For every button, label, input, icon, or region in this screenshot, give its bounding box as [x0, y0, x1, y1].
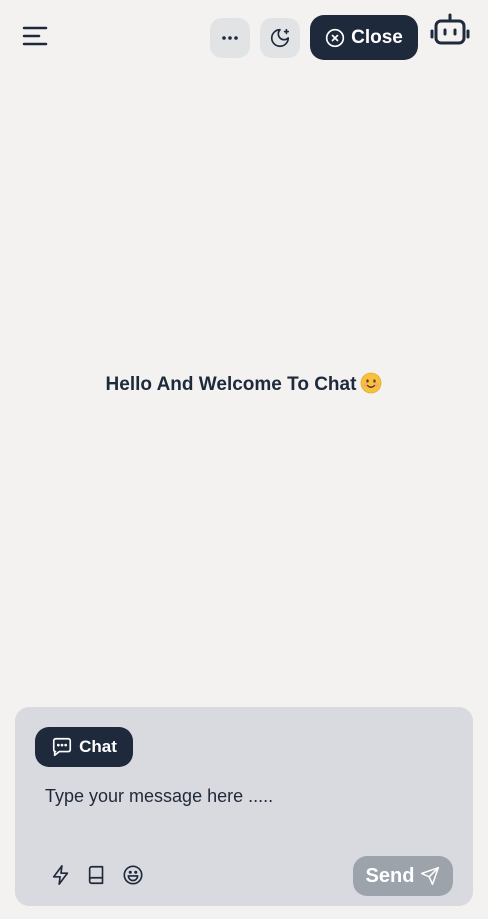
smile-icon — [123, 865, 143, 885]
message-input[interactable] — [45, 781, 445, 811]
robot-icon[interactable] — [430, 12, 470, 48]
more-options-button[interactable] — [210, 18, 250, 58]
library-button[interactable] — [84, 862, 110, 888]
smiling-face-emoji-icon — [360, 372, 382, 400]
close-button[interactable]: Close — [310, 15, 418, 60]
theme-toggle-button[interactable] — [260, 18, 300, 58]
send-icon — [421, 866, 440, 886]
welcome-message: Hello And Welcome To Chat — [0, 372, 488, 400]
welcome-text: Hello And Welcome To Chat — [105, 374, 357, 395]
send-label: Send — [365, 864, 415, 887]
close-circle-icon — [325, 28, 345, 47]
menu-icon — [22, 26, 48, 46]
chat-mode-label: Chat — [79, 737, 117, 756]
menu-button[interactable] — [18, 20, 52, 52]
message-dots-icon — [53, 737, 72, 757]
quick-actions-button[interactable] — [48, 862, 74, 888]
chat-mode-button[interactable]: Chat — [35, 727, 133, 767]
chat-app: Close Hello And Welcome To Chat Chat Typ… — [0, 0, 488, 919]
close-label: Close — [351, 26, 403, 48]
send-button[interactable]: Send — [353, 856, 453, 896]
lightning-icon — [52, 865, 69, 885]
book-icon — [88, 865, 104, 885]
moon-sparkle-icon — [270, 28, 290, 48]
emoji-button[interactable] — [120, 862, 146, 888]
message-composer: Chat Send — [15, 707, 473, 906]
more-horizontal-icon — [222, 36, 238, 40]
